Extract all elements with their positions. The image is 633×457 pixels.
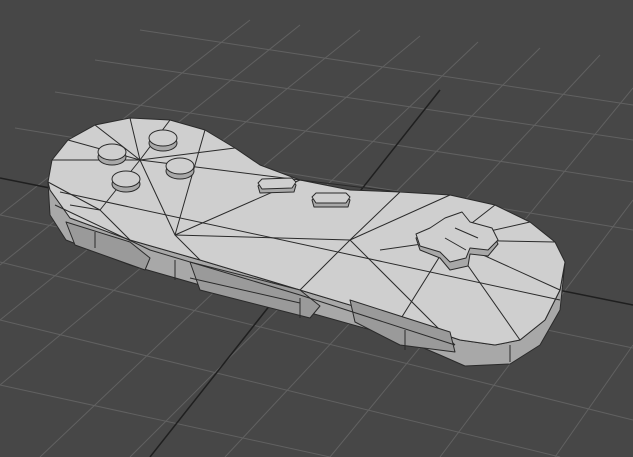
perspective-viewport[interactable] [0,0,633,457]
button-bottom[interactable] [111,170,141,193]
button-top[interactable] [148,129,178,152]
button-right[interactable] [165,157,195,180]
select-button[interactable] [257,177,297,194]
start-button[interactable] [311,192,351,208]
button-left[interactable] [97,143,127,166]
viewport-canvas[interactable] [0,0,633,457]
controller-mesh[interactable] [47,117,566,367]
